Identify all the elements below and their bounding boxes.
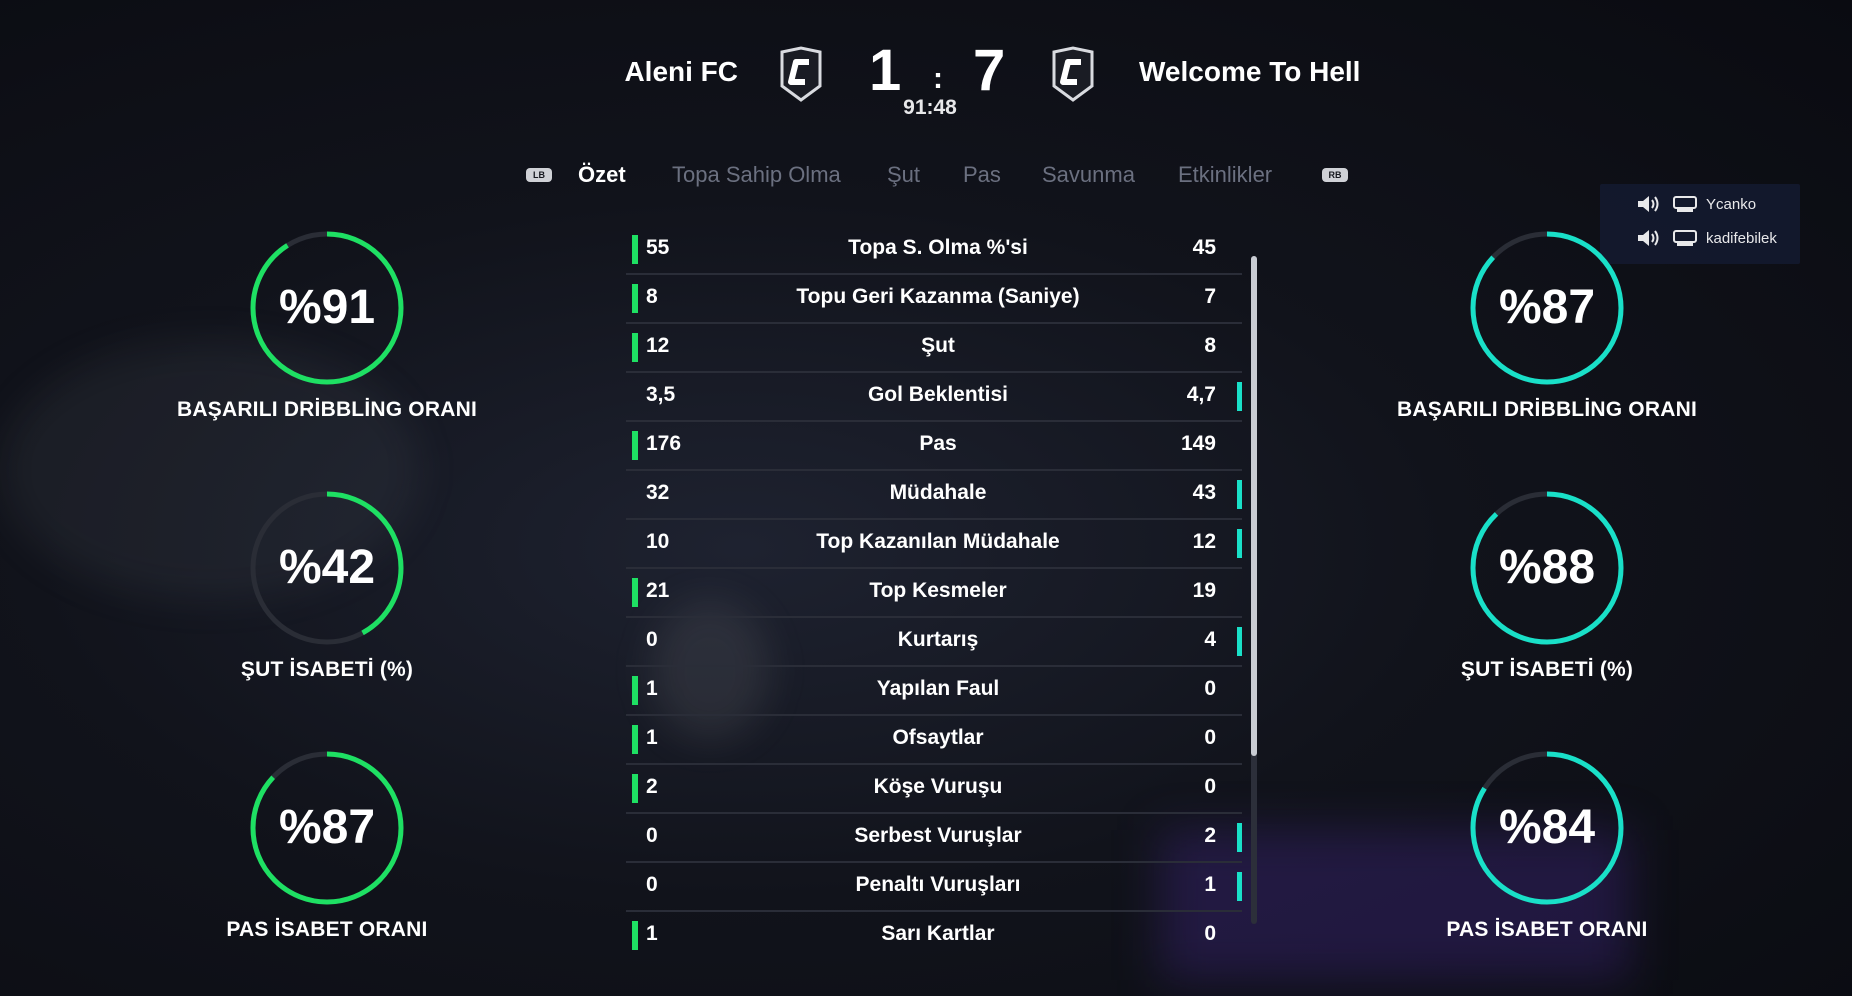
lb-bumper-icon[interactable]: LB	[526, 168, 552, 182]
stat-name: Penaltı Vuruşları	[855, 873, 1021, 896]
gauge-value: %84	[1498, 801, 1596, 854]
away-leader-bar	[1237, 627, 1242, 656]
stat-row: 8 Topu Geri Kazanma (Saniye) 7	[626, 275, 1242, 324]
stat-row: 55 Topa S. Olma %'si 45	[626, 226, 1242, 275]
away-dribbling-gauge: %87 BAŞARILI DRİBBLİNG ORANI	[1397, 228, 1697, 468]
stat-row: 21 Top Kesmeler 19	[626, 569, 1242, 618]
stat-name: Gol Beklentisi	[867, 383, 1009, 406]
gauge-label: ŞUT İSABETİ (%)	[240, 658, 414, 681]
away-stat-value: 4	[1204, 628, 1216, 651]
home-shot-accuracy-gauge: %42 ŞUT İSABETİ (%)	[177, 488, 477, 728]
stat-row: 1 Yapılan Faul 0	[626, 667, 1242, 716]
gauge-value: %42	[278, 541, 376, 594]
stat-name: Serbest Vuruşlar	[854, 824, 1022, 847]
gauge-label: BAŞARILI DRİBBLİNG ORANI	[1397, 398, 1697, 421]
match-stats-table[interactable]: 55 Topa S. Olma %'si 45 8 Topu Geri Kazanma …	[626, 226, 1242, 996]
stat-name: Topu Geri Kazanma (Saniye)	[796, 285, 1080, 308]
stat-row: 1 Sarı Kartlar 0	[626, 912, 1242, 961]
tab-etkinlikler[interactable]: Etkinlikler	[1178, 162, 1272, 188]
away-shot-accuracy-gauge: %88 ŞUT İSABETİ (%)	[1397, 488, 1697, 728]
gauge-value: %91	[278, 281, 376, 334]
away-stat-value: 0	[1204, 726, 1216, 749]
stat-name: Sarı Kartlar	[881, 922, 995, 945]
home-team-name: Aleni FC	[624, 56, 738, 87]
speaker-icon	[1638, 196, 1659, 212]
away-leader-bar	[1237, 382, 1242, 411]
gauge-label: PAS İSABET ORANI	[1446, 918, 1648, 941]
stat-name: Köşe Vuruşu	[873, 775, 1003, 798]
away-score: 7	[973, 38, 1006, 103]
tab-sut[interactable]: Şut	[887, 162, 920, 188]
away-leader-bar	[1237, 480, 1242, 509]
scoreboard: Aleni FC 1 : 7 Welcome To Hell 91:48	[0, 22, 1852, 132]
gauge-label: PAS İSABET ORANI	[226, 918, 428, 941]
stat-row: 2 Köşe Vuruşu 0	[626, 765, 1242, 814]
home-crest-icon	[778, 46, 824, 102]
stat-row: 0 Penaltı Vuruşları 1	[626, 863, 1242, 912]
stat-name: Yapılan Faul	[876, 677, 1000, 700]
away-stat-value: 7	[1204, 285, 1216, 308]
console-icon	[1673, 196, 1697, 212]
stats-tab-bar: LB Özet Topa Sahip Olma Şut Pas Savunma …	[0, 162, 1852, 194]
away-stat-value: 149	[1180, 432, 1216, 455]
stat-row: 176 Pas 149	[626, 422, 1242, 471]
stat-name: Müdahale	[889, 481, 987, 504]
away-stat-value: 45	[1192, 236, 1216, 259]
gauge-value: %87	[278, 801, 376, 854]
stats-scrollbar-thumb[interactable]	[1251, 256, 1257, 756]
stat-name: Ofsaytlar	[892, 726, 984, 749]
away-leader-bar	[1237, 872, 1242, 901]
stat-row: 0 Kurtarış 4	[626, 618, 1242, 667]
away-team-name: Welcome To Hell	[1139, 56, 1361, 87]
match-clock: 91:48	[903, 96, 957, 119]
away-stat-value: 19	[1192, 579, 1216, 602]
away-pass-accuracy-gauge: %84 PAS İSABET ORANI	[1397, 748, 1697, 988]
away-stat-value: 1	[1204, 873, 1216, 896]
score-separator: :	[933, 62, 943, 95]
stat-name: Topa S. Olma %'si	[848, 236, 1028, 259]
gauge-label: BAŞARILI DRİBBLİNG ORANI	[177, 398, 477, 421]
tab-savunma[interactable]: Savunma	[1042, 162, 1135, 188]
stat-row: 3,5 Gol Beklentisi 4,7	[626, 373, 1242, 422]
voice-user-name: kadifebilek	[1706, 229, 1777, 247]
away-stat-value: 0	[1204, 775, 1216, 798]
tab-ozet[interactable]: Özet	[578, 162, 626, 188]
stat-name: Pas	[919, 432, 957, 455]
gauge-label: ŞUT İSABETİ (%)	[1460, 658, 1634, 681]
stat-row: 0 Serbest Vuruşlar 2	[626, 814, 1242, 863]
away-stat-value: 4,7	[1186, 383, 1216, 406]
gauge-value: %88	[1498, 541, 1596, 594]
home-score: 1	[869, 38, 902, 103]
tab-pas[interactable]: Pas	[963, 162, 1001, 188]
tab-topa-sahip-olma[interactable]: Topa Sahip Olma	[672, 162, 841, 188]
gauge-value: %87	[1498, 281, 1596, 334]
stat-name: Şut	[921, 334, 955, 357]
stat-row: 32 Müdahale 43	[626, 471, 1242, 520]
stat-name: Kurtarış	[897, 628, 979, 651]
home-dribbling-gauge: %91 BAŞARILI DRİBBLİNG ORANI	[177, 228, 477, 468]
away-leader-bar	[1237, 823, 1242, 852]
stat-row: 12 Şut 8	[626, 324, 1242, 373]
stat-name: Top Kesmeler	[869, 579, 1007, 602]
stat-name: Top Kazanılan Müdahale	[816, 530, 1060, 553]
away-stat-value: 0	[1204, 922, 1216, 945]
away-stat-value: 2	[1204, 824, 1216, 847]
home-pass-accuracy-gauge: %87 PAS İSABET ORANI	[177, 748, 477, 988]
voice-user-name: Ycanko	[1706, 195, 1757, 213]
voice-user-row: Ycanko	[1636, 192, 1756, 216]
stat-row: 1 Ofsaytlar 0	[626, 716, 1242, 765]
away-stat-value: 12	[1192, 530, 1216, 553]
stat-row: 10 Top Kazanılan Müdahale 12	[626, 520, 1242, 569]
rb-bumper-icon[interactable]: RB	[1322, 168, 1348, 182]
away-stat-value: 43	[1192, 481, 1216, 504]
away-stat-value: 8	[1204, 334, 1216, 357]
away-leader-bar	[1237, 529, 1242, 558]
away-stat-value: 0	[1204, 677, 1216, 700]
away-crest-icon	[1050, 46, 1096, 102]
